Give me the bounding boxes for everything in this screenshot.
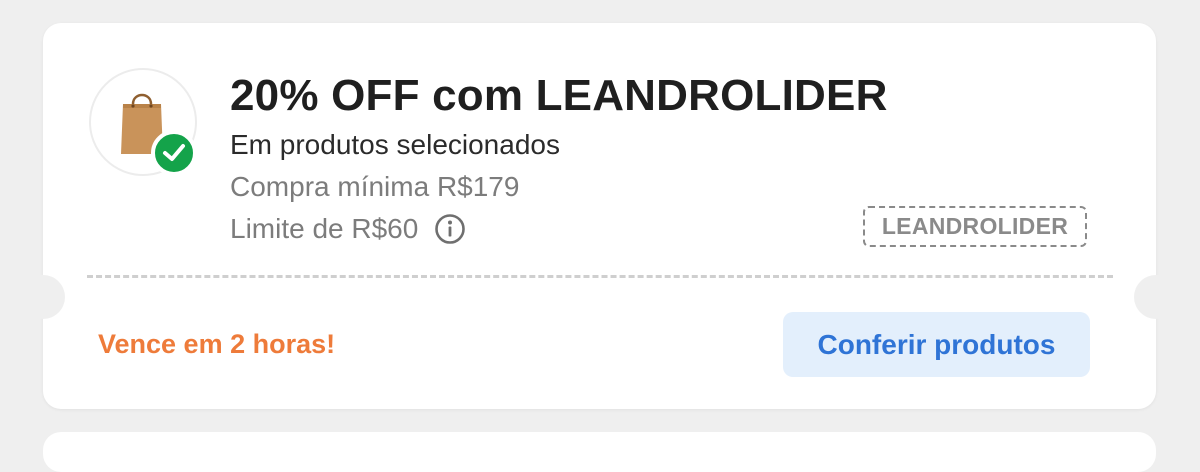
- next-coupon-card: [43, 432, 1156, 472]
- dashed-divider: [87, 275, 1113, 278]
- coupon-subtitle: Em produtos selecionados: [230, 129, 560, 160]
- view-products-button[interactable]: Conferir produtos: [783, 312, 1090, 377]
- coupon-title: 20% OFF com LEANDROLIDER: [230, 71, 888, 120]
- expiration-text: Vence em 2 horas!: [98, 329, 336, 359]
- ticket-notch-right: [1134, 275, 1178, 319]
- ticket-notch-left: [21, 275, 65, 319]
- limit-row: Limite de R$60: [230, 211, 466, 247]
- info-icon[interactable]: [434, 213, 466, 245]
- coupon-card: 20% OFF com LEANDROLIDER Em produtos sel…: [21, 23, 1178, 409]
- discount-limit: Limite de R$60: [230, 213, 419, 244]
- coupon-code[interactable]: LEANDROLIDER: [863, 206, 1087, 247]
- minimum-purchase: Compra mínima R$179: [230, 171, 520, 202]
- check-icon: [151, 130, 197, 176]
